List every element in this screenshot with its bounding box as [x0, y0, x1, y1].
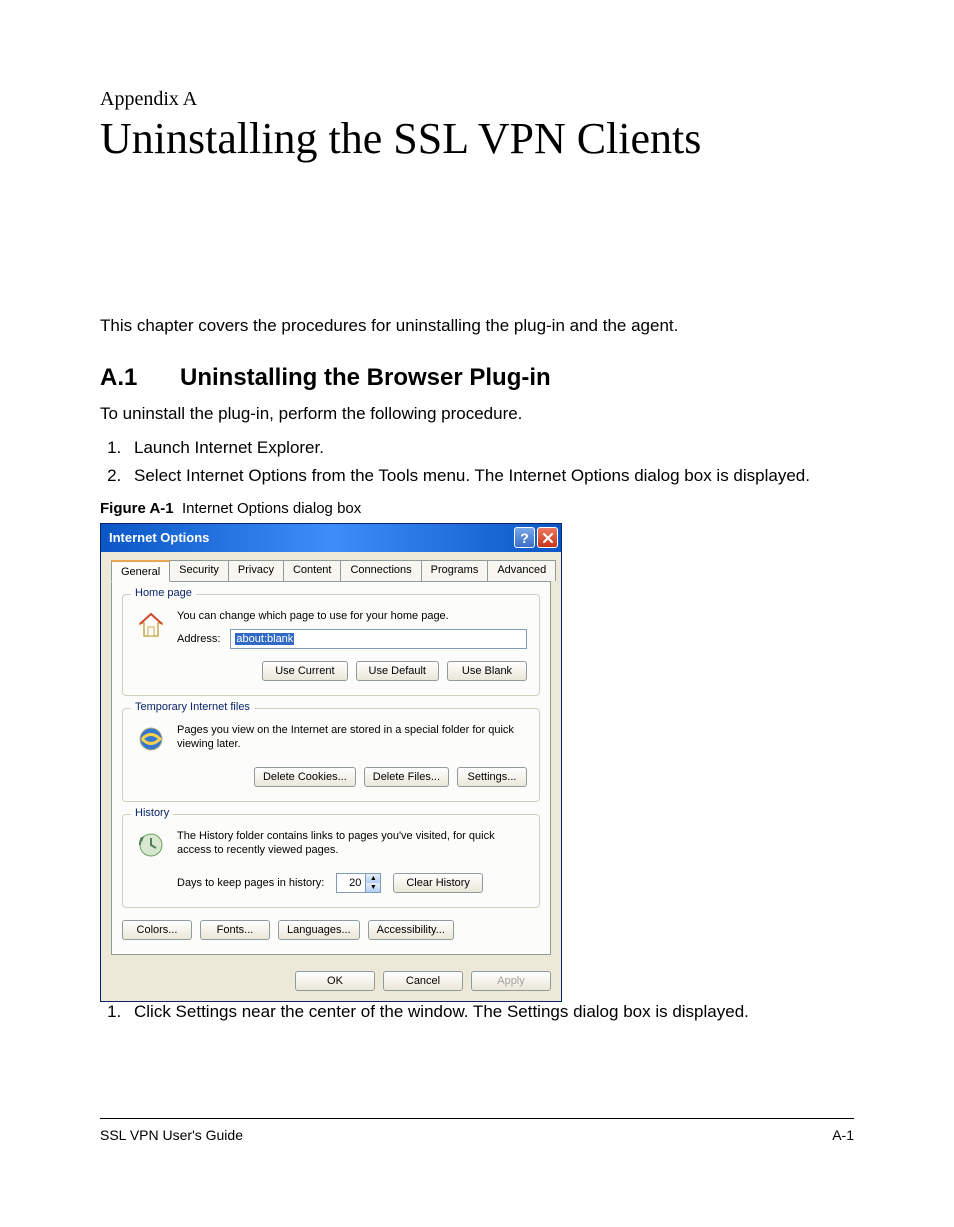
home-page-desc: You can change which page to use for you… — [177, 609, 527, 623]
history-icon — [135, 829, 167, 861]
colors-button[interactable]: Colors... — [122, 920, 192, 940]
ok-button[interactable]: OK — [295, 971, 375, 991]
close-icon — [542, 532, 554, 544]
settings-button[interactable]: Settings... — [457, 767, 527, 787]
tab-general[interactable]: General — [111, 560, 170, 582]
figure-caption: Figure A-1 Internet Options dialog box — [100, 500, 854, 517]
section-heading: A.1Uninstalling the Browser Plug-in — [100, 364, 854, 392]
days-input[interactable] — [337, 875, 365, 891]
delete-cookies-button[interactable]: Delete Cookies... — [254, 767, 356, 787]
languages-button[interactable]: Languages... — [278, 920, 360, 940]
appendix-label: Appendix A — [100, 88, 854, 111]
internet-options-dialog: Internet Options ? General Security Priv… — [100, 523, 562, 1003]
tab-privacy[interactable]: Privacy — [228, 560, 284, 581]
home-icon — [135, 609, 167, 641]
tab-security[interactable]: Security — [169, 560, 229, 581]
history-desc: The History folder contains links to pag… — [177, 829, 527, 858]
figure-label: Figure A-1 — [100, 500, 174, 517]
tab-advanced[interactable]: Advanced — [487, 560, 556, 581]
address-input[interactable]: about:blank — [230, 629, 527, 649]
chapter-title: Uninstalling the SSL VPN Clients — [100, 113, 854, 164]
use-current-button[interactable]: Use Current — [262, 661, 347, 681]
groupbox-history: History The History folder contains link… — [122, 814, 540, 908]
temp-files-desc: Pages you view on the Internet are store… — [177, 723, 527, 752]
days-keep-label: Days to keep pages in history: — [177, 877, 324, 889]
fonts-button[interactable]: Fonts... — [200, 920, 270, 940]
groupbox-title: Temporary Internet files — [131, 701, 254, 713]
use-default-button[interactable]: Use Default — [356, 661, 439, 681]
clear-history-button[interactable]: Clear History — [393, 873, 483, 893]
close-button[interactable] — [537, 527, 558, 548]
tab-panel-general: Home page You can change which page to u… — [111, 581, 551, 956]
delete-files-button[interactable]: Delete Files... — [364, 767, 449, 787]
spinner-up[interactable]: ▲ — [366, 874, 380, 883]
dialog-title: Internet Options — [109, 530, 209, 545]
footer-left: SSL VPN User's Guide — [100, 1127, 243, 1143]
list-item: Launch Internet Explorer. — [126, 436, 854, 460]
footer-right: A-1 — [832, 1127, 854, 1143]
procedure-list-b: Click Settings near the center of the wi… — [100, 1000, 854, 1024]
address-label: Address: — [177, 632, 220, 646]
groupbox-home-page: Home page You can change which page to u… — [122, 594, 540, 697]
tab-connections[interactable]: Connections — [340, 560, 421, 581]
tab-programs[interactable]: Programs — [421, 560, 489, 581]
tab-strip: General Security Privacy Content Connect… — [111, 560, 551, 581]
cancel-button[interactable]: Cancel — [383, 971, 463, 991]
section-title-text: Uninstalling the Browser Plug-in — [180, 364, 551, 391]
help-button[interactable]: ? — [514, 527, 535, 548]
groupbox-temp-files: Temporary Internet files Pages you view … — [122, 708, 540, 802]
dialog-titlebar[interactable]: Internet Options ? — [101, 524, 561, 552]
spinner-down[interactable]: ▼ — [366, 883, 380, 892]
list-item: Select Internet Options from the Tools m… — [126, 464, 854, 488]
intro-paragraph: This chapter covers the procedures for u… — [100, 316, 854, 336]
groupbox-title: History — [131, 807, 173, 819]
procedure-list-a: Launch Internet Explorer. Select Interne… — [100, 436, 854, 488]
apply-button[interactable]: Apply — [471, 971, 551, 991]
figure-caption-text: Internet Options dialog box — [182, 500, 361, 517]
groupbox-title: Home page — [131, 587, 196, 599]
days-spinner[interactable]: ▲ ▼ — [336, 873, 381, 893]
list-item: Click Settings near the center of the wi… — [126, 1000, 854, 1024]
page-footer: SSL VPN User's Guide A-1 — [100, 1127, 854, 1143]
ie-icon — [135, 723, 167, 755]
accessibility-button[interactable]: Accessibility... — [368, 920, 454, 940]
address-value: about:blank — [235, 633, 294, 645]
tab-content[interactable]: Content — [283, 560, 342, 581]
section-number: A.1 — [100, 364, 180, 392]
use-blank-button[interactable]: Use Blank — [447, 661, 527, 681]
section-description: To uninstall the plug-in, perform the fo… — [100, 404, 854, 424]
footer-divider — [100, 1118, 854, 1119]
